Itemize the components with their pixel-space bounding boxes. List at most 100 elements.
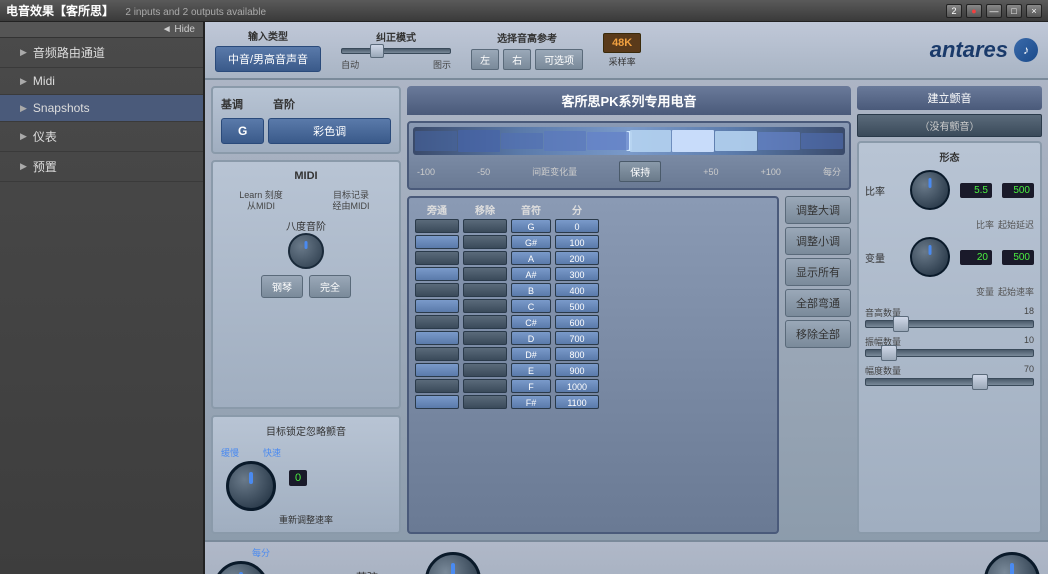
record-btn[interactable]: ● [966, 4, 982, 18]
correction-slider[interactable] [341, 48, 451, 54]
note-name-cell: C [511, 299, 551, 313]
note-row[interactable] [415, 379, 459, 393]
note-row[interactable] [415, 331, 459, 345]
minimize-btn[interactable]: — [986, 4, 1002, 18]
pitch-val-pos100: +100 [761, 167, 781, 177]
pitch-meter [413, 127, 845, 155]
cents-cell: 400 [555, 283, 599, 297]
note-row[interactable] [463, 363, 507, 377]
pitch-left-button[interactable]: 左 [471, 49, 499, 70]
humanize-knob[interactable] [425, 552, 481, 574]
full-button[interactable]: 完全 [309, 275, 351, 298]
pitch-unit: 每分 [823, 165, 841, 178]
header-bypass: 旁通 [415, 202, 459, 217]
pitch-count-slider[interactable] [865, 320, 1034, 328]
sidebar-item-meter[interactable]: ▶ 仪表 [0, 122, 203, 152]
note-row[interactable] [415, 363, 459, 377]
sample-rate-section: 48K 采样率 [603, 33, 641, 68]
natural-formant-knob[interactable] [984, 552, 1040, 574]
note-row[interactable] [463, 379, 507, 393]
rate-knob[interactable] [910, 170, 950, 210]
close-btn[interactable]: × [1026, 4, 1042, 18]
input-type-section: 输入类型 中音/男高音声音 [215, 28, 321, 72]
remove-all-button[interactable]: 移除全部 [785, 320, 851, 348]
no-formant-box: （没有颤音） [857, 114, 1042, 137]
note-row[interactable] [463, 267, 507, 281]
hold-button[interactable]: 保持 [619, 161, 661, 182]
note-row[interactable] [415, 299, 459, 313]
note-row[interactable] [463, 331, 507, 345]
correction-section: 纠正模式 自动 图示 [341, 29, 451, 71]
sidebar-item-label: Snapshots [33, 101, 90, 115]
pitch-right-button[interactable]: 右 [503, 49, 531, 70]
sidebar-item-preset[interactable]: ▶ 预置 [0, 152, 203, 182]
width-count-slider[interactable] [865, 378, 1034, 386]
target-record-item: 目标记录 经由MIDI [311, 190, 391, 212]
note-row[interactable] [415, 219, 459, 233]
sidebar-item-snapshots[interactable]: ▶ Snapshots [0, 95, 203, 122]
vibrato-freq-label: 蒜弦 [356, 569, 378, 574]
note-row[interactable] [415, 267, 459, 281]
key-button[interactable]: G [221, 118, 264, 144]
note-row[interactable] [415, 315, 459, 329]
note-row[interactable] [463, 251, 507, 265]
midi-box: MIDI Learn 刻度 从MIDI 目标记录 经由MIDI [211, 160, 401, 409]
amp-count-slider[interactable] [865, 349, 1034, 357]
adjust-major-button[interactable]: 调整大调 [785, 196, 851, 224]
pitch-meter-display: -100 -50 间距变化量 保持 +50 +100 每分 [407, 121, 851, 190]
note-row[interactable] [463, 235, 507, 249]
note-row[interactable] [415, 283, 459, 297]
all-pass-button[interactable]: 全部弯通 [785, 289, 851, 317]
scale-button[interactable]: 彩色调 [268, 118, 391, 144]
note-row[interactable] [463, 347, 507, 361]
maximize-btn[interactable]: □ [1006, 4, 1022, 18]
pitch-options-button[interactable]: 可选项 [535, 49, 583, 70]
show-all-button[interactable]: 显示所有 [785, 258, 851, 286]
pitch-change-label: 间距变化量 [532, 165, 577, 178]
variation-label-sub: 变量 [976, 285, 994, 298]
note-name-cell: C# [511, 315, 551, 329]
note-adjust-knob[interactable] [213, 561, 269, 574]
note-row[interactable] [415, 235, 459, 249]
input-type-button[interactable]: 中音/男高音声音 [215, 46, 321, 72]
start-rate-label: 起始速率 [998, 285, 1034, 298]
note-row[interactable] [415, 251, 459, 265]
hide-button[interactable]: ◄ Hide [0, 22, 203, 38]
midi-controls-row: Learn 刻度 从MIDI 目标记录 经由MIDI [221, 190, 391, 212]
correction-label: 纠正模式 [376, 29, 416, 44]
formant-shape-label: 形态 [865, 149, 1034, 164]
main-container: ◄ Hide ▶ 音频路由通道 ▶ Midi ▶ Snapshots ▶ 仪表 … [0, 22, 1048, 574]
variation-knob[interactable] [910, 237, 950, 277]
sidebar-item-label: 预置 [33, 158, 57, 175]
note-row[interactable] [415, 395, 459, 409]
pitch-scale-row: -100 -50 间距变化量 保持 +50 +100 每分 [413, 159, 845, 184]
octave-knob[interactable] [288, 233, 324, 269]
sidebar-item-midi[interactable]: ▶ Midi [0, 68, 203, 95]
cents-cell: 700 [555, 331, 599, 345]
key-scale-box: 基调 音阶 G 彩色调 [211, 86, 401, 154]
middle-column: 客所思PK系列专用电音 [407, 86, 851, 534]
variation-label: 变量 [865, 250, 900, 265]
note-row[interactable] [463, 283, 507, 297]
rate-knob-value: 5.5 [960, 183, 992, 198]
note-adjust-group: 每分 0 缓慢 快速 音阶微调 [213, 546, 309, 574]
speed-knob-group: 缓慢 快速 [221, 444, 281, 511]
logo-btn[interactable]: 2 [946, 4, 962, 18]
key-label: 基调 [221, 96, 243, 112]
piano-button[interactable]: 钢琴 [261, 275, 303, 298]
remove-column [463, 219, 507, 409]
note-row[interactable] [463, 315, 507, 329]
speed-knob[interactable] [226, 461, 276, 511]
arrow-icon: ▶ [20, 161, 27, 172]
arrow-icon: ▶ [20, 76, 27, 87]
header-remove: 移除 [463, 202, 507, 217]
sidebar-item-audio-routing[interactable]: ▶ 音频路由通道 [0, 38, 203, 68]
midi-title: MIDI [221, 170, 391, 182]
window-title: 电音效果【客所思】 [6, 4, 114, 18]
note-row[interactable] [415, 347, 459, 361]
adjust-minor-button[interactable]: 调整小调 [785, 227, 851, 255]
note-row[interactable] [463, 395, 507, 409]
note-row[interactable] [463, 299, 507, 313]
fast-label: 快速 [263, 446, 281, 459]
note-row[interactable] [463, 219, 507, 233]
